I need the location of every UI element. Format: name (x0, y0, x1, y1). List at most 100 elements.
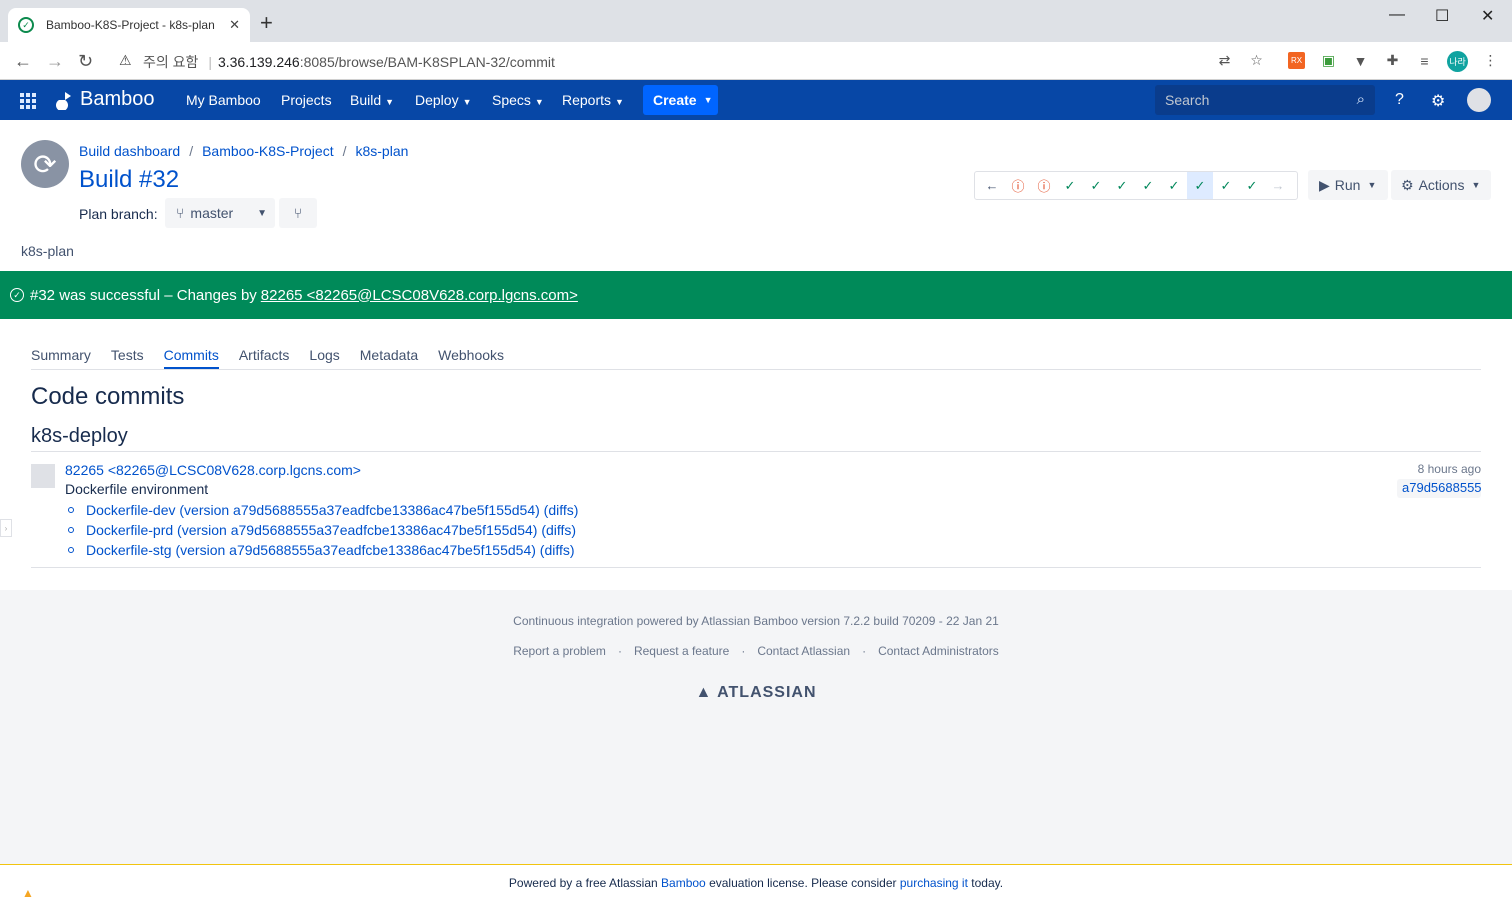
warning-icon[interactable]: ⚠ (119, 52, 132, 69)
breadcrumb: Build dashboard / Bamboo-K8S-Project / k8s-p… (79, 143, 409, 159)
history-build-current-icon[interactable]: ✓ (1187, 172, 1213, 199)
app-header: Bamboo My Bamboo Projects Build ▼ Deploy ▼… (0, 80, 1512, 120)
search-icon[interactable]: ⌕ (1357, 91, 1365, 108)
commit-time: 8 hours ago (1417, 462, 1481, 476)
chevron-down-icon: ▼ (462, 97, 472, 107)
back-icon[interactable]: ← (14, 51, 32, 72)
history-build-success-icon[interactable]: ✓ (1057, 172, 1083, 199)
browser-menu-icon[interactable]: ⋮ (1482, 52, 1499, 69)
app-switcher-icon[interactable] (20, 93, 36, 109)
nav-build[interactable]: Build ▼ (350, 92, 394, 108)
history-build-failed-icon[interactable]: ⓘ (1005, 172, 1031, 199)
footer-links: Report a problem · Request a feature · Conta… (513, 644, 999, 658)
tab-commits[interactable]: Commits (163, 347, 219, 369)
previous-build-arrow-icon[interactable]: ← (979, 172, 1005, 199)
user-avatar[interactable] (1467, 88, 1491, 112)
commit-file-list: Dockerfile-dev (version a79d5688555a37ea… (65, 500, 578, 560)
tab-summary[interactable]: Summary (31, 347, 91, 369)
branch-create-icon: ⑂ (293, 205, 303, 221)
history-build-success-icon[interactable]: ✓ (1083, 172, 1109, 199)
success-favicon-icon: ✓ (18, 17, 34, 33)
history-build-success-icon[interactable]: ✓ (1135, 172, 1161, 199)
run-button[interactable]: ▶ Run ▼ (1308, 170, 1388, 200)
page-footer: Continuous integration powered by Atlass… (0, 590, 1512, 865)
history-build-success-icon[interactable]: ✓ (1213, 172, 1239, 199)
tab-logs[interactable]: Logs (309, 347, 339, 369)
history-build-success-icon[interactable]: ✓ (1239, 172, 1265, 199)
browser-tab-title: Bamboo-K8S-Project - k8s-plan (46, 18, 215, 32)
chevron-down-icon: ▼ (385, 97, 395, 107)
settings-gear-icon[interactable]: ⚙ (1431, 91, 1445, 111)
translate-icon[interactable]: ⇄ (1216, 52, 1233, 69)
play-icon: ▶ (1319, 176, 1330, 193)
build-status-banner: ✓ #32 was successful – Changes by 82265 … (0, 271, 1512, 319)
extension-rx-icon[interactable]: RX (1288, 52, 1305, 69)
build-history-nav: ← ⓘ ⓘ ✓ ✓ ✓ ✓ ✓ ✓ ✓ ✓ → (974, 171, 1298, 200)
request-feature-link[interactable]: Request a feature (634, 644, 729, 658)
extensions-puzzle-icon[interactable]: ✚ (1384, 52, 1401, 69)
commit-file-item[interactable]: Dockerfile-stg (version a79d5688555a37ea… (65, 540, 578, 560)
plan-branch-label: Plan branch: (79, 206, 158, 222)
next-build-arrow-icon[interactable]: → (1265, 172, 1291, 199)
tab-metadata[interactable]: Metadata (360, 347, 418, 369)
search-input[interactable]: Search ⌕ (1155, 85, 1375, 115)
reading-list-icon[interactable]: ≡ (1416, 52, 1433, 69)
window-close-icon[interactable]: ✕ (1481, 6, 1494, 26)
chevron-down-icon: ▼ (1471, 180, 1481, 190)
tab-tests[interactable]: Tests (111, 347, 144, 369)
close-tab-icon[interactable]: ✕ (229, 17, 240, 33)
purchasing-link[interactable]: purchasing it (900, 876, 968, 890)
extension-screen-icon[interactable]: ▣ (1320, 52, 1337, 69)
plan-branch-select[interactable]: ⑂ master ▼ (165, 198, 275, 228)
nav-reports[interactable]: Reports ▼ (562, 92, 624, 108)
contact-admins-link[interactable]: Contact Administrators (878, 644, 999, 658)
commit-author-link[interactable]: 82265 <82265@LCSC08V628.corp.lgcns.com> (65, 462, 361, 478)
atlassian-logo[interactable]: ▲ ATLASSIAN (0, 684, 1512, 702)
commit-file-item[interactable]: Dockerfile-dev (version a79d5688555a37ea… (65, 500, 578, 520)
divider (31, 567, 1481, 568)
tab-webhooks[interactable]: Webhooks (438, 347, 504, 369)
minimize-icon[interactable]: — (1389, 6, 1405, 24)
bamboo-logo[interactable]: Bamboo (56, 88, 155, 111)
nav-deploy[interactable]: Deploy ▼ (415, 92, 472, 108)
banner-author-link[interactable]: 82265 <82265@LCSC08V628.corp.lgcns.com> (261, 287, 578, 304)
bamboo-link[interactable]: Bamboo (661, 876, 706, 890)
actions-button[interactable]: ⚙ Actions ▼ (1391, 170, 1491, 200)
security-label: 주의 요함 (143, 54, 199, 70)
help-icon[interactable]: ? (1395, 91, 1404, 109)
commit-message: Dockerfile environment (65, 481, 209, 497)
sidebar-expand-handle[interactable]: › (0, 519, 12, 537)
maximize-icon[interactable]: ☐ (1435, 6, 1449, 26)
breadcrumb-plan[interactable]: k8s-plan (355, 143, 408, 159)
bullet-icon (68, 547, 74, 553)
browser-profile-avatar[interactable]: 나라 (1447, 51, 1468, 72)
nav-specs[interactable]: Specs ▼ (492, 92, 544, 108)
breadcrumb-project[interactable]: Bamboo-K8S-Project (202, 143, 334, 159)
new-tab-button[interactable]: + (260, 12, 273, 34)
history-build-failed-icon[interactable]: ⓘ (1031, 172, 1057, 199)
commit-hash-badge[interactable]: a79d5688555a37eadfcbe13386ac47be5f155d54 (1397, 479, 1481, 498)
result-tabs: Summary Tests Commits Artifacts Logs Met… (31, 347, 1481, 370)
reload-icon[interactable]: ↻ (78, 51, 93, 72)
chevron-down-icon: ▼ (615, 97, 624, 107)
atlassian-triangle-icon: ▲ (695, 684, 713, 701)
browser-tab[interactable]: ✓ Bamboo-K8S-Project - k8s-plan ✕ (8, 8, 250, 42)
gear-icon: ⚙ (1401, 176, 1414, 193)
history-build-success-icon[interactable]: ✓ (1161, 172, 1187, 199)
create-button[interactable]: Create ▼ (643, 85, 718, 115)
contact-atlassian-link[interactable]: Contact Atlassian (757, 644, 850, 658)
url-field[interactable]: 주의 요함 | 3.36.139.246:8085/browse/BAM-K8SP… (143, 52, 555, 72)
nav-projects[interactable]: Projects (281, 92, 332, 108)
nav-my-bamboo[interactable]: My Bamboo (186, 92, 261, 108)
bookmark-star-icon[interactable]: ☆ (1248, 52, 1265, 69)
breadcrumb-build-dashboard[interactable]: Build dashboard (79, 143, 180, 159)
report-problem-link[interactable]: Report a problem (513, 644, 606, 658)
chevron-down-icon: ▼ (257, 207, 267, 219)
commit-file-item[interactable]: Dockerfile-prd (version a79d5688555a37ea… (65, 520, 578, 540)
tab-artifacts[interactable]: Artifacts (239, 347, 290, 369)
history-build-success-icon[interactable]: ✓ (1109, 172, 1135, 199)
extension-v-icon[interactable]: ▼ (1352, 52, 1369, 69)
section-title: Code commits (31, 383, 185, 410)
forward-icon[interactable]: → (46, 51, 64, 72)
create-branch-button[interactable]: ⑂ (279, 198, 317, 228)
